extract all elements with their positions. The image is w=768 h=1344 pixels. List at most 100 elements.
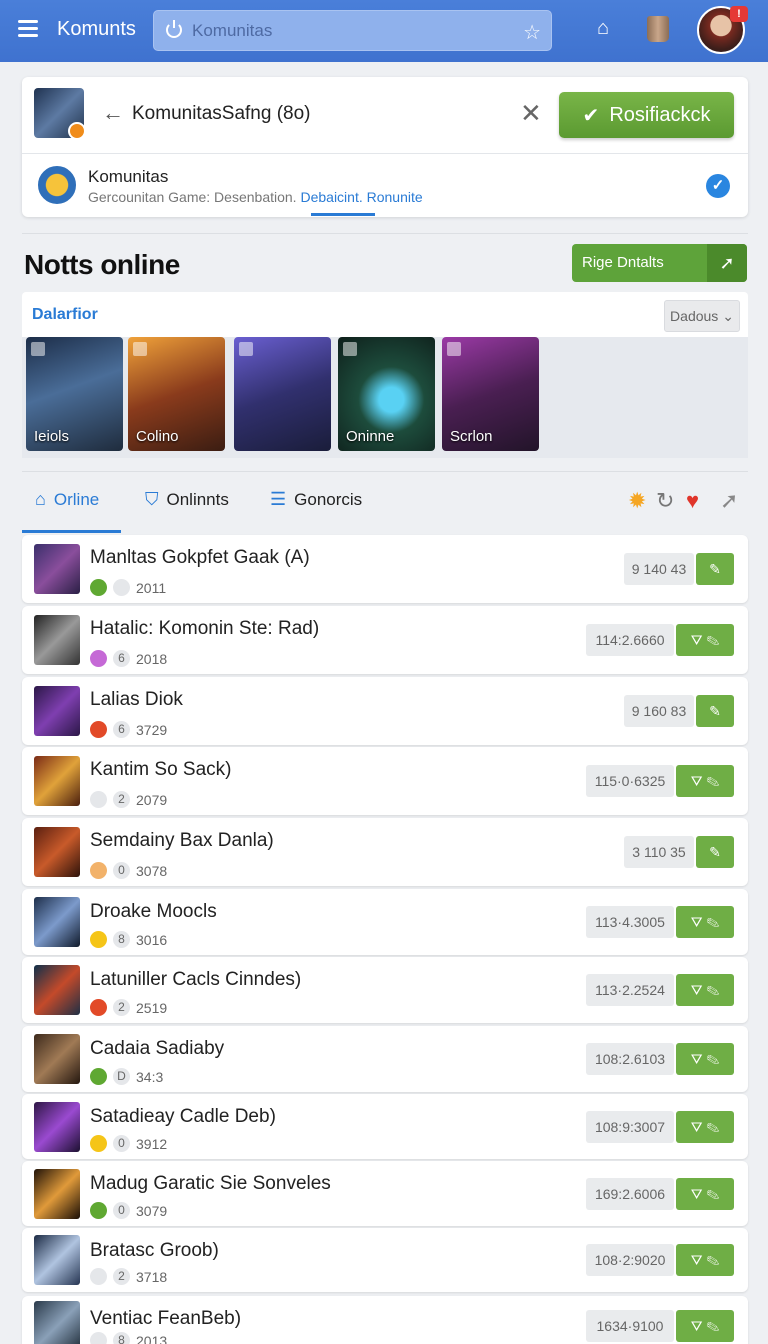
search-bar[interactable]: ☆ (153, 10, 552, 51)
sun-icon[interactable]: ✹ (628, 488, 646, 514)
row-meta: 6 2018 (90, 650, 167, 667)
row-meta: 2 2079 (90, 791, 167, 808)
close-icon[interactable]: ✕ (520, 98, 542, 129)
row-action-button[interactable]: ⛛ ✎ (676, 974, 734, 1006)
row-title: Semdainy Bax Danla) (90, 830, 274, 851)
gallery-card[interactable]: Oninne (338, 337, 435, 451)
arrow-icon: ➚ (707, 244, 747, 282)
count-badge: 0 (113, 1135, 130, 1152)
game-avatar (34, 897, 80, 947)
count-badge: 2 (113, 1268, 130, 1285)
score-value: 108:2.6103 (586, 1043, 674, 1075)
tab-online[interactable]: ⌂ Orline (35, 489, 99, 510)
row-meta: D 34:3 (90, 1068, 163, 1085)
description-text: Gercounitan Game: Desenbation. (88, 189, 301, 205)
app-title: Komunts (57, 18, 136, 40)
community-title: KomunitasSafng (8o) (132, 103, 311, 124)
list-item[interactable]: Satadieay Cadle Deb) 0 3912 108:9:3007 ⛛ ✎ (22, 1094, 748, 1159)
card-badge-icon (343, 342, 357, 356)
divider (22, 233, 748, 234)
range-button-label: Rige Dntalts (582, 254, 664, 271)
row-year: 3718 (136, 1268, 168, 1285)
heart-icon[interactable]: ♥ (686, 488, 699, 514)
status-icon (90, 1068, 107, 1085)
list-item[interactable]: Ventiac FeanBeb) 8 2013 1634·9100 ⛛ ✎ (22, 1296, 748, 1344)
card-badge-icon (239, 342, 253, 356)
list-item[interactable]: Lalias Diok 6 3729 9 160 83 ✎ (22, 677, 748, 745)
row-year: 2519 (136, 999, 168, 1016)
count-badge (113, 579, 130, 596)
score-value: 108·2:9020 (586, 1244, 674, 1276)
gallery-card[interactable]: Ieiols (26, 337, 123, 451)
score-value: 3 110 35 (624, 836, 694, 868)
gallery-card[interactable]: Colino (128, 337, 225, 451)
row-action-button[interactable]: ✎ (696, 553, 734, 585)
list-item[interactable]: Hatalic: Komonin Ste: Rad) 6 2018 114:2.666… (22, 606, 748, 674)
tab-gonorcis[interactable]: ☰ Gonorcis (270, 489, 362, 510)
row-year: 2011 (136, 579, 167, 596)
gallery-card-label: Ieiols (34, 428, 70, 445)
gallery-card[interactable] (234, 337, 331, 451)
row-action-button[interactable]: ⛛ ✎ (676, 624, 734, 656)
row-action-button[interactable]: ⛛ ✎ (676, 906, 734, 938)
verified-check-icon: ✓ (706, 174, 730, 198)
description-link[interactable]: Debaicint. Ronunite (300, 189, 422, 205)
gallery-card[interactable]: Scrlon (442, 337, 539, 451)
count-badge: 2 (113, 999, 130, 1016)
game-avatar (34, 827, 80, 877)
row-meta: 0 3912 (90, 1135, 167, 1152)
row-action-button[interactable]: ⛛ ✎ (676, 1043, 734, 1075)
home-icon: ⌂ (35, 489, 46, 509)
game-avatar (34, 544, 80, 594)
power-icon (166, 20, 182, 38)
share-icon[interactable]: ➚ (720, 488, 738, 514)
list-item[interactable]: Semdainy Bax Danla) 0 3078 3 110 35 ✎ (22, 818, 748, 886)
row-action-button[interactable]: ⛛ ✎ (676, 1310, 734, 1342)
list-item[interactable]: Cadaia Sadiaby D 34:3 108:2.6103 ⛛ ✎ (22, 1026, 748, 1092)
row-action-button[interactable]: ⛛ ✎ (676, 1110, 734, 1143)
row-meta: 2 2519 (90, 999, 167, 1016)
gallery-card-label: Oninne (346, 428, 395, 445)
score-value: 108:9:3007 (586, 1110, 674, 1143)
list-item[interactable]: Latuniller Cacls Cinndes) 2 2519 113·2.2524… (22, 957, 748, 1023)
status-icon (90, 931, 107, 948)
join-button[interactable]: ✔ Rosifiackck (559, 92, 734, 138)
row-year: 3016 (136, 931, 168, 948)
row-action-button[interactable]: ✎ (696, 836, 734, 868)
status-icon (90, 999, 107, 1016)
section-title: Notts online (24, 249, 180, 280)
refresh-icon[interactable]: ↻ (656, 488, 674, 514)
row-meta: 8 2013 (90, 1332, 167, 1344)
tab-label: Gonorcis (294, 489, 363, 509)
gallery-strip: Ieiols Colino Oninne Scrlon (22, 337, 748, 458)
status-icon (90, 862, 107, 879)
row-action-button[interactable]: ✎ (696, 695, 734, 727)
status-icon (90, 791, 107, 808)
list-item[interactable]: Droake Moocls 8 3016 113·4.3005 ⛛ ✎ (22, 889, 748, 955)
row-action-button[interactable]: ⛛ ✎ (676, 1177, 734, 1210)
search-input[interactable] (192, 19, 492, 43)
tab-onlinnts[interactable]: ⛉ Onlinnts (145, 489, 229, 510)
range-details-button[interactable]: Rige Dntalts ➚ (572, 244, 747, 282)
community-description: Gercounitan Game: Desenbation. Debaicint… (88, 189, 423, 205)
notification-badge-icon[interactable]: ! (730, 6, 748, 22)
game-avatar (34, 965, 80, 1015)
gallery-dropdown[interactable]: Dadous ⌄ (664, 300, 740, 332)
menu-icon[interactable] (18, 20, 38, 37)
list-item[interactable]: Kantim So Sack) 2 2079 115·0·6325 ⛛ ✎ (22, 747, 748, 815)
row-action-button[interactable]: ⛛ ✎ (676, 765, 734, 797)
chevron-down-icon: ⌄ (722, 308, 734, 324)
back-arrow-icon[interactable]: ← (102, 100, 124, 126)
home-icon[interactable]: ⌂ (592, 17, 614, 39)
community-card: ← KomunitasSafng (8o) ✕ ✔ Rosifiackck Kom… (22, 77, 748, 217)
star-icon[interactable]: ☆ (523, 20, 541, 45)
cup-icon[interactable] (647, 16, 669, 42)
list-item[interactable]: Bratasc Groob) 2 3718 108·2:9020 ⛛ ✎ (22, 1228, 748, 1292)
join-button-label: Rosifiackck (609, 103, 711, 126)
status-icon (90, 1202, 107, 1219)
row-action-button[interactable]: ⛛ ✎ (676, 1244, 734, 1276)
row-title: Madug Garatic Sie Sonveles (90, 1173, 331, 1194)
list-item[interactable]: Manltas Gokpfet Gaak (A) 2011 9 140 43 ✎ (22, 535, 748, 603)
row-year: 3912 (136, 1135, 168, 1152)
list-item[interactable]: Madug Garatic Sie Sonveles 0 3079 169:2.600… (22, 1161, 748, 1226)
